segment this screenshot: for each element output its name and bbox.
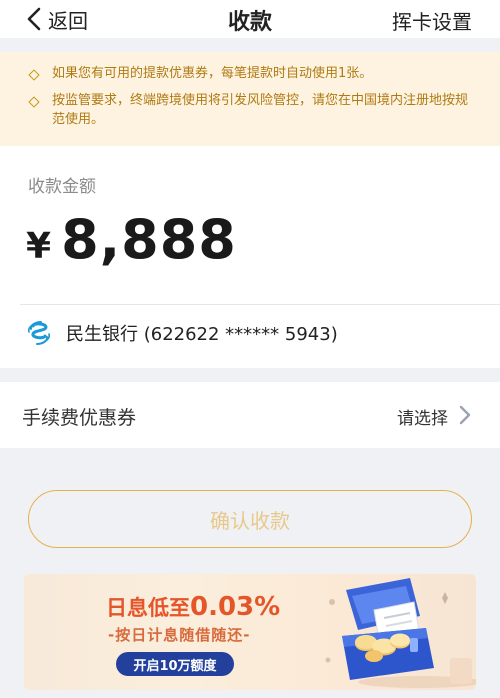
bank-account-label: 民生银行 (622622 ****** 5943) (66, 324, 338, 345)
fee-coupon-selector[interactable]: 手续费优惠券 请选择 (0, 382, 500, 448)
notice-box: 如果您有可用的提款优惠券，每笔提款时自动使用1张。 按监管要求，终端跨境使用将引… (0, 52, 500, 146)
top-nav-bar: 返回 收款 挥卡设置 (0, 0, 500, 38)
notice-text: 如果您有可用的提款优惠券，每笔提款时自动使用1张。 (52, 66, 373, 81)
card-settings-button[interactable]: 挥卡设置 (392, 6, 472, 35)
fee-coupon-value: 请选择 (397, 409, 448, 429)
confirm-receipt-button[interactable]: 确认收款 (28, 490, 472, 548)
amount-card: 收款金额 ¥ 8,888 民生银行 (622622 ****** 5943) (0, 146, 500, 368)
chevron-right-icon (459, 405, 471, 425)
amount-label: 收款金额 (28, 177, 96, 197)
activate-credit-button[interactable]: 开启10万额度 (116, 652, 234, 676)
amount-value: 8,888 (61, 208, 237, 271)
diamond-bullet-icon (28, 69, 40, 81)
treasure-box-illustration (325, 578, 476, 688)
fee-coupon-label: 手续费优惠券 (22, 407, 137, 429)
banner-subtitle: -按日计息随借随还- (108, 626, 251, 644)
notice-text: 按监管要求，终端跨境使用将引发风险管控，请您在中国境内注册地按规范使用。 (52, 93, 469, 127)
notice-item: 如果您有可用的提款优惠券，每笔提款时自动使用1张。 (28, 64, 474, 83)
back-label: 返回 (48, 8, 88, 33)
minsheng-bank-logo-icon (26, 320, 52, 346)
loan-promo-banner[interactable]: 日息低至 0.03% -按日计息随借随还- 开启10万额度 (24, 574, 476, 690)
banner-rate: 0.03% (190, 592, 281, 622)
notice-item: 按监管要求，终端跨境使用将引发风险管控，请您在中国境内注册地按规范使用。 (28, 91, 474, 129)
banner-headline: 日息低至 0.03% (106, 592, 280, 622)
diamond-bullet-icon (28, 96, 40, 108)
divider (20, 304, 500, 305)
bank-account-selector[interactable]: 民生银行 (622622 ****** 5943) (26, 320, 338, 346)
chevron-left-icon (27, 7, 41, 31)
back-button[interactable]: 返回 (26, 5, 88, 33)
amount-display: ¥ 8,888 (26, 208, 237, 271)
currency-symbol: ¥ (26, 226, 52, 267)
banner-headline-prefix: 日息低至 (106, 596, 190, 620)
